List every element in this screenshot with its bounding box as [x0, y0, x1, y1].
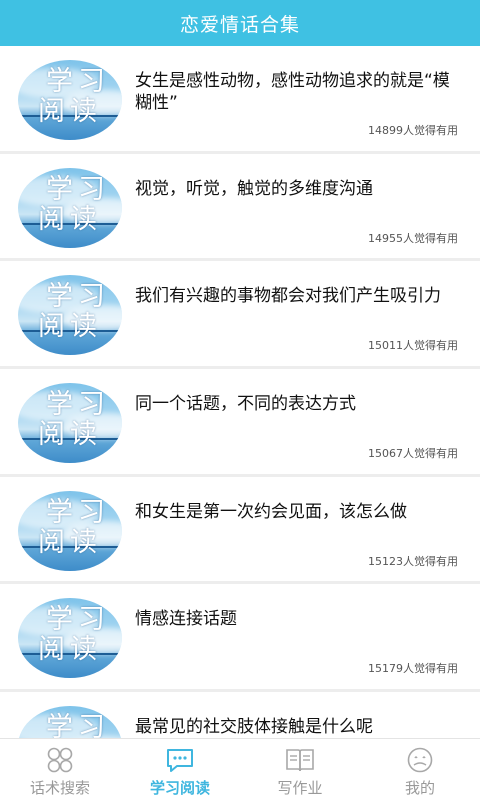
article-thumbnail: 学习 阅读 [18, 167, 122, 248]
thumbnail-text: 学习 [46, 66, 110, 97]
thumbnail-text: 阅读 [38, 419, 102, 451]
article-thumbnail: 学习 阅读 [18, 383, 122, 464]
tab-label: 写作业 [277, 779, 323, 797]
user-icon [405, 747, 435, 773]
thumbnail-text: 学习 [46, 712, 110, 738]
list-item[interactable]: 学习 阅读 我们有兴趣的事物都会对我们产生吸引力 15011人觉得有用 [0, 261, 480, 370]
useful-count: 15123人觉得有用 [368, 554, 458, 568]
book-icon [285, 747, 315, 773]
article-title: 同一个话题，不同的表达方式 [135, 394, 356, 415]
article-thumbnail: 学习 阅读 [18, 706, 122, 738]
tab-label: 我的 [404, 779, 435, 797]
list-item[interactable]: 学习 阅读 情感连接话题 15179人觉得有用 [0, 584, 480, 693]
useful-count: 15011人觉得有用 [368, 339, 458, 353]
article-title: 情感连接话题 [135, 609, 237, 630]
thumbnail-text: 学习 [46, 389, 110, 421]
list-item[interactable]: 学习 阅读 同一个话题，不同的表达方式 15067人觉得有用 [0, 369, 480, 477]
article-title: 视觉，听觉，触觉的多维度沟通 [135, 178, 373, 199]
tab-study-reading[interactable]: 学习阅读 [120, 739, 240, 800]
thumbnail-text: 学习 [46, 496, 110, 528]
thumbnail-text: 阅读 [38, 203, 102, 235]
article-thumbnail: 学习 阅读 [18, 490, 122, 571]
list-item[interactable]: 学习 阅读 视觉，听觉，触觉的多维度沟通 14955人觉得有用 [0, 153, 480, 262]
app-header: 恋爱情话合集 [0, 0, 480, 46]
thumbnail-text: 阅读 [38, 526, 102, 558]
tab-label: 学习阅读 [149, 779, 210, 797]
article-title: 最常见的社交肢体接触是什么呢 [135, 717, 373, 738]
thumbnail-text: 学习 [46, 604, 110, 636]
useful-count: 14899人觉得有用 [368, 124, 458, 137]
thumbnail-text: 阅读 [38, 311, 102, 343]
grid-icon [45, 747, 75, 773]
bottom-tab-bar: 话术搜索 学习阅读 写作业 我的 [0, 738, 480, 800]
useful-count: 15067人觉得有用 [368, 447, 458, 461]
tab-search-phrases[interactable]: 话术搜索 [0, 739, 120, 800]
tab-label: 话术搜索 [29, 779, 90, 797]
thumbnail-text: 学习 [46, 173, 110, 205]
thumbnail-text: 学习 [46, 281, 110, 313]
article-thumbnail: 学习 阅读 [18, 598, 122, 679]
article-thumbnail: 学习 阅读 [18, 275, 122, 356]
page-title: 恋爱情话合集 [179, 13, 300, 36]
thumbnail-text: 阅读 [38, 634, 102, 666]
thumbnail-text: 阅读 [38, 96, 102, 127]
list-item[interactable]: 学习 阅读 和女生是第一次约会见面，该怎么做 15123人觉得有用 [0, 476, 480, 585]
useful-count: 14955人觉得有用 [368, 231, 458, 245]
tab-profile[interactable]: 我的 [360, 739, 480, 800]
article-title: 和女生是第一次约会见面，该怎么做 [135, 501, 407, 522]
article-title: 女生是感性动物，感性动物追求的就是“模糊性” [135, 71, 450, 113]
list-item[interactable]: 学习 阅读 最常见的社交肢体接触是什么呢 [0, 692, 480, 738]
useful-count: 15179人觉得有用 [368, 662, 458, 676]
chat-bubble-icon [165, 747, 195, 773]
article-list[interactable]: 学习 阅读 女生是感性动物，感性动物追求的就是“模糊性” 14899人觉得有用 … [0, 46, 480, 738]
article-title: 我们有兴趣的事物都会对我们产生吸引力 [135, 286, 441, 307]
list-item[interactable]: 学习 阅读 女生是感性动物，感性动物追求的就是“模糊性” 14899人觉得有用 [0, 46, 480, 154]
tab-homework[interactable]: 写作业 [240, 739, 360, 800]
article-thumbnail: 学习 阅读 [18, 60, 122, 140]
